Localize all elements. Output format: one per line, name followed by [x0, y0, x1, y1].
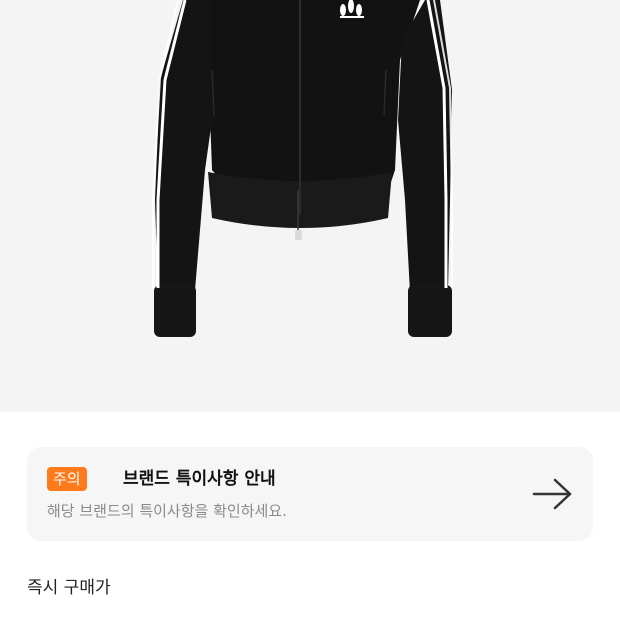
product-image[interactable] [0, 0, 620, 412]
instant-buy-price-label: 즉시 구매가 [27, 578, 111, 598]
caution-badge: 주의 [47, 467, 87, 491]
arrow-right-icon[interactable] [530, 476, 574, 512]
notice-description: 해당 브랜드의 특이사항을 확인하세요. [47, 502, 287, 520]
brand-notice-card[interactable]: 주의 브랜드 특이사항 안내 해당 브랜드의 특이사항을 확인하세요. [27, 447, 593, 541]
jacket-illustration [152, 0, 453, 337]
notice-title: 브랜드 특이사항 안내 [123, 469, 276, 489]
